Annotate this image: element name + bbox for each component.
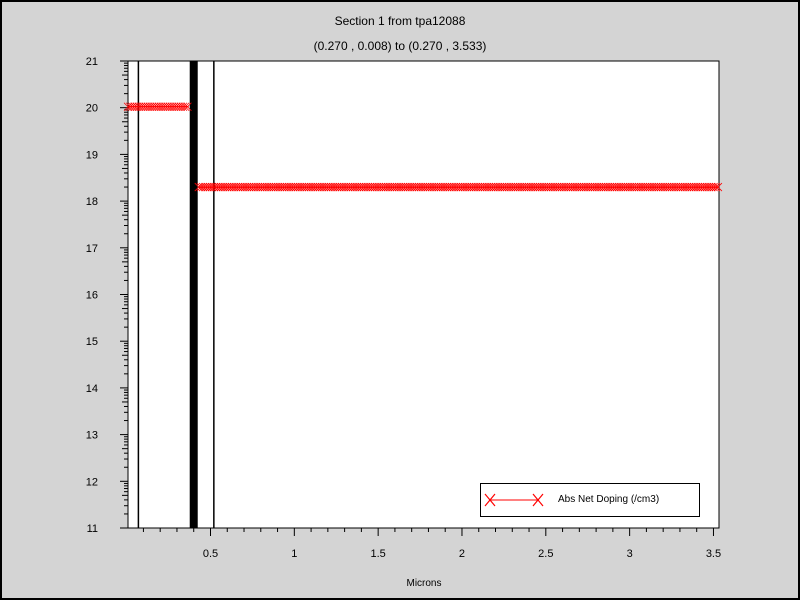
y-tick-label: 12 [86,476,98,488]
x-tick-label: 1 [291,548,297,560]
x-axis: 0.5 1 1.5 2 2.5 3 3.5 [142,528,721,560]
x-tick-label: 2 [459,548,465,560]
y-tick-label: 14 [86,383,98,395]
x-tick-label: 1.5 [370,548,385,560]
y-tick-label: 17 [86,243,98,255]
x-tick-label: 2.5 [538,548,553,560]
y-tick-label: 11 [87,523,98,535]
y-tick-label: 13 [86,430,98,442]
y-tick-label: 18 [86,196,98,208]
x-axis-label: Microns [406,578,442,589]
x-tick-label: 0.5 [203,548,218,560]
x-tick-label: 3 [627,548,633,560]
y-tick-label: 16 [86,290,98,302]
y-axis: 11 12 13 14 15 16 17 18 19 20 21 [86,56,128,535]
legend-marker-icon [484,493,544,507]
plot-area [127,60,720,529]
y-tick-label: 20 [86,103,98,115]
legend-label: Abs Net Doping (/cm3) [558,494,660,505]
y-tick-label: 21 [86,56,98,68]
x-tick-label: 3.5 [706,548,721,560]
legend: Abs Net Doping (/cm3) [480,483,700,517]
y-tick-label: 15 [86,336,98,348]
y-tick-label: 19 [86,149,98,161]
